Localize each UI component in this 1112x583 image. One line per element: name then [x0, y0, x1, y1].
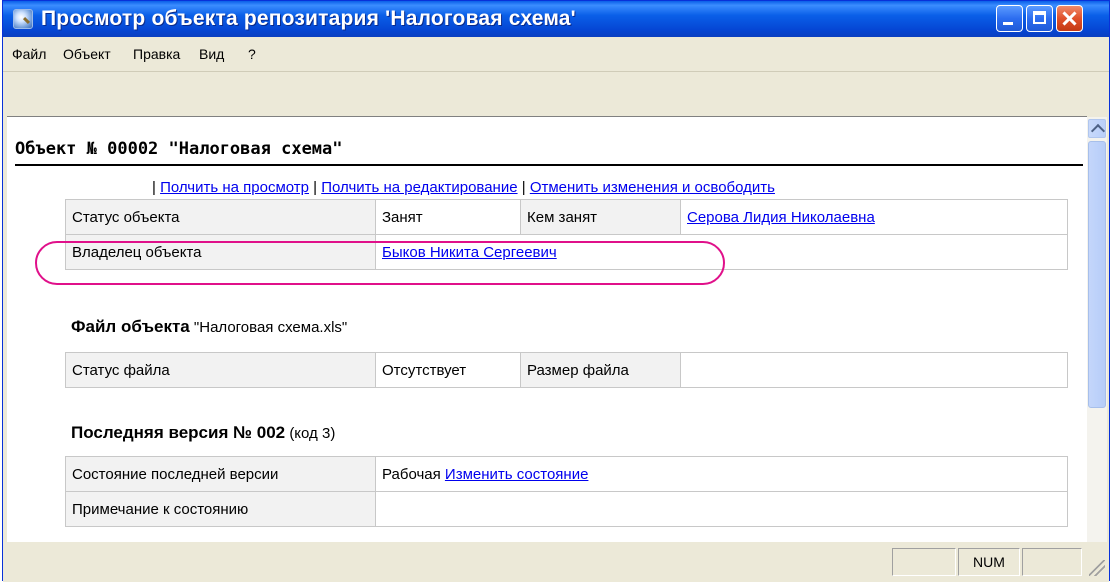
scroll-up-arrow-icon[interactable]: [1088, 119, 1106, 138]
menu-file[interactable]: Файл: [12, 46, 46, 62]
state-note-label: Примечание к состоянию: [65, 491, 376, 527]
scroll-thumb[interactable]: [1088, 141, 1106, 408]
version-state-value: Рабочая: [382, 465, 441, 483]
status-bar: NUM: [3, 542, 1109, 582]
file-size-value: [680, 352, 1068, 388]
version-code: (код 3): [289, 425, 336, 442]
action-links: | Полчить на просмотр | Полчить на редак…: [152, 179, 775, 196]
window-title: Просмотр объекта репозитария 'Налоговая …: [41, 7, 576, 30]
get-for-view-link[interactable]: Полчить на просмотр: [160, 179, 309, 196]
version-section-heading: Последняя версия № 002 (код 3): [71, 423, 335, 443]
status-pane: [892, 548, 956, 576]
get-for-edit-link[interactable]: Полчить на редактирование: [321, 179, 517, 196]
taken-by-label: Кем занят: [520, 199, 681, 235]
link-separator: |: [313, 179, 318, 196]
menu-bar: Файл Объект Правка Вид ?: [3, 37, 1109, 72]
status-label: Статус объекта: [65, 199, 376, 235]
num-lock-indicator: NUM: [958, 548, 1020, 576]
maximize-button[interactable]: [1026, 5, 1053, 32]
link-separator: |: [521, 179, 526, 196]
file-section-heading: Файл объекта "Налоговая схема.xls": [71, 317, 347, 337]
status-pane: [1022, 548, 1082, 576]
resize-grip-icon[interactable]: [1089, 560, 1105, 576]
table-row: Примечание к состоянию: [65, 491, 1068, 527]
file-name: "Налоговая схема.xls": [193, 319, 348, 336]
content-area: Объект № 00002 "Налоговая схема" | Полчи…: [7, 117, 1087, 572]
version-heading: Последняя версия № 002: [71, 423, 286, 442]
file-status-value: Отсутствует: [375, 352, 521, 388]
taken-by-user-link[interactable]: Серова Лидия Николаевна: [687, 209, 875, 226]
vertical-scrollbar[interactable]: [1087, 117, 1107, 572]
version-info-table: Состояние последней версии Рабочая Измен…: [65, 456, 1068, 527]
file-heading: Файл объекта: [71, 317, 190, 336]
table-row: Статус объекта Занят Кем занят Серова Ли…: [65, 199, 1068, 235]
link-separator: |: [152, 179, 156, 196]
menu-view[interactable]: Вид: [199, 46, 224, 62]
object-header: Объект № 00002 "Налоговая схема": [15, 139, 343, 159]
state-note-value: [375, 491, 1068, 527]
file-size-label: Размер файла: [520, 352, 681, 388]
menu-edit[interactable]: Правка: [133, 46, 180, 62]
file-info-table: Статус файла Отсутствует Размер файла: [65, 352, 1068, 388]
status-value: Занят: [375, 199, 521, 235]
cancel-and-release-link[interactable]: Отменить изменения и освободить: [530, 179, 775, 196]
menu-object[interactable]: Объект: [63, 46, 111, 62]
owner-highlight-oval: [35, 241, 725, 285]
table-row: Состояние последней версии Рабочая Измен…: [65, 456, 1068, 492]
version-state-label: Состояние последней версии: [65, 456, 376, 492]
repository-object-window: Просмотр объекта репозитария 'Налоговая …: [2, 0, 1110, 582]
title-bar[interactable]: Просмотр объекта репозитария 'Налоговая …: [3, 1, 1109, 37]
minimize-button[interactable]: [996, 5, 1023, 32]
header-divider: [15, 164, 1083, 166]
table-row: Статус файла Отсутствует Размер файла: [65, 352, 1068, 388]
file-status-label: Статус файла: [65, 352, 376, 388]
change-state-link[interactable]: Изменить состояние: [445, 466, 589, 483]
menu-help[interactable]: ?: [248, 46, 256, 62]
app-icon[interactable]: [13, 9, 33, 29]
close-button[interactable]: [1056, 5, 1083, 32]
